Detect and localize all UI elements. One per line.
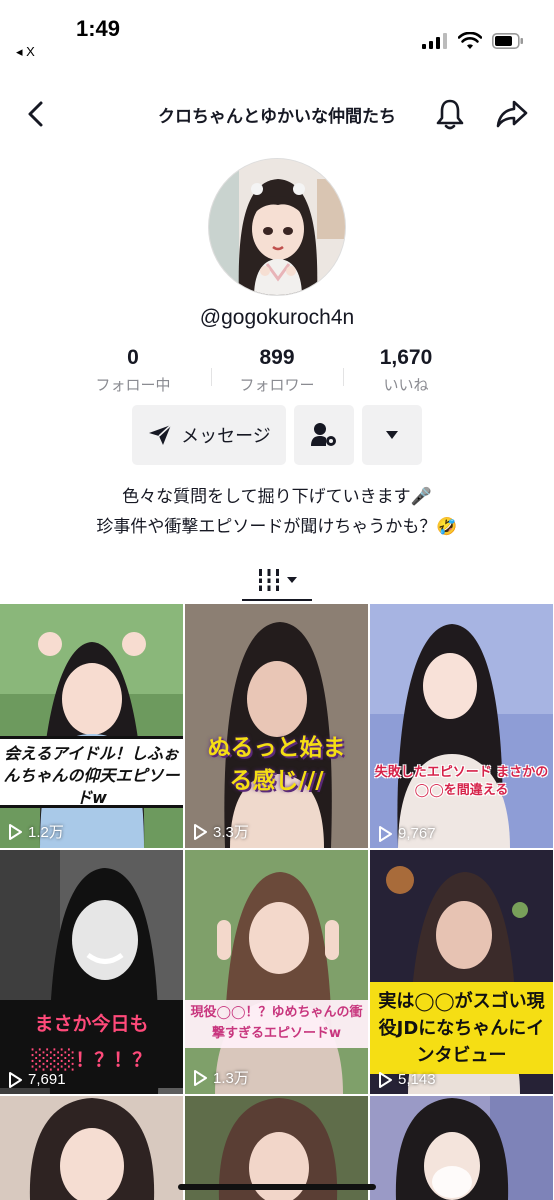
- profile-username: @gogokuroch4n: [199, 306, 355, 329]
- following-count: 0: [127, 346, 139, 369]
- video-caption: 現役◯◯！？ゆめちゃんの衝撃すぎるエピソードw: [185, 1000, 368, 1048]
- system-icons: [422, 32, 524, 50]
- stat-divider: [343, 368, 344, 386]
- cellular-signal-icon: [422, 33, 447, 49]
- share-button[interactable]: [492, 96, 532, 132]
- battery-icon: [492, 33, 523, 49]
- bell-icon: [436, 99, 464, 130]
- likes-label: いいね: [383, 376, 429, 394]
- play-icon: [9, 1071, 22, 1088]
- tab-videos[interactable]: [242, 562, 312, 598]
- following-label: フォロー中: [95, 376, 171, 394]
- user-settings-icon: [311, 423, 336, 446]
- video-caption: 失敗したエピソード まさかの◯◯を間違える: [374, 765, 549, 798]
- profile-actions: メッセージ: [0, 405, 554, 465]
- view-count: 3.3万: [193, 821, 249, 842]
- user-settings-button[interactable]: [294, 405, 354, 465]
- video-thumbnail: [185, 850, 368, 1094]
- view-count: 1.3万: [193, 1067, 249, 1088]
- bio-line: 珍事件や衝撃エピソードが聞けちゃうかも？🤣: [96, 517, 458, 537]
- caret-down-icon: [386, 431, 398, 439]
- play-icon: [194, 823, 207, 840]
- play-icon: [379, 825, 392, 842]
- likes-stat[interactable]: 1,670 いいね: [351, 346, 461, 395]
- video-thumbnail: [0, 604, 183, 848]
- followers-count: 899: [259, 346, 295, 369]
- video-tile[interactable]: ぬるっと始まる感じ/// 3.3万: [185, 604, 368, 848]
- back-button[interactable]: [18, 96, 54, 132]
- video-tile[interactable]: [0, 1096, 183, 1200]
- page-title: クロちゃんとゆかいな仲間たち: [158, 107, 396, 127]
- video-tile[interactable]: 失敗したエピソード まさかの◯◯を間違える 9,767: [370, 604, 553, 848]
- tab-active-indicator: [242, 599, 312, 601]
- following-stat[interactable]: 0 フォロー中: [78, 346, 188, 395]
- play-icon: [9, 823, 22, 840]
- video-caption: 会えるアイドル！しふぉんちゃんの仰天エピソードw: [0, 736, 183, 808]
- back-to-app-link[interactable]: ◂ X: [16, 44, 35, 60]
- view-count-text: 5,143: [398, 1071, 436, 1088]
- followers-label: フォロワー: [239, 376, 315, 394]
- view-count: 7,691: [8, 1071, 66, 1088]
- video-caption: 実は◯◯がスゴい現役JDになちゃんにインタビュー: [370, 982, 553, 1074]
- video-thumbnail: [185, 604, 368, 848]
- bio-line: 色々な質問をして掘り下げていきます🎤: [122, 487, 432, 507]
- followers-stat[interactable]: 899 フォロワー: [222, 346, 332, 395]
- video-tile[interactable]: 会えるアイドル！しふぉんちゃんの仰天エピソードw 1.2万: [0, 604, 183, 848]
- play-icon: [194, 1069, 207, 1086]
- message-button-label: メッセージ: [181, 426, 271, 447]
- video-caption: ぬるっと始まる感じ///: [207, 735, 346, 794]
- stat-divider: [211, 368, 212, 386]
- chevron-left-icon: [28, 101, 43, 127]
- status-bar: 1:49 ◂ X: [0, 0, 554, 70]
- home-indicator[interactable]: [178, 1184, 376, 1190]
- view-count-text: 1.2万: [28, 824, 64, 841]
- more-options-button[interactable]: [362, 405, 422, 465]
- video-tile[interactable]: まさか今日も ░░░！？！？ 7,691: [0, 850, 183, 1094]
- notification-bell-button[interactable]: [432, 96, 468, 132]
- video-tile[interactable]: 現役◯◯！？ゆめちゃんの衝撃すぎるエピソードw 1.3万: [185, 850, 368, 1094]
- video-tile[interactable]: [370, 1096, 553, 1200]
- share-arrow-icon: [496, 100, 528, 128]
- profile-header: クロちゃんとゆかいな仲間たち: [0, 88, 554, 140]
- likes-count: 1,670: [379, 346, 433, 369]
- profile-avatar[interactable]: [208, 158, 346, 296]
- message-button[interactable]: メッセージ: [132, 405, 286, 465]
- wifi-icon: [458, 32, 482, 49]
- status-time: 1:49: [76, 16, 121, 41]
- avatar-illustration: [209, 159, 345, 295]
- view-count: 5,143: [378, 1071, 436, 1088]
- view-count: 9,767: [378, 825, 436, 842]
- video-thumbnail: [370, 1096, 553, 1200]
- profile-stats: 0 フォロー中 899 フォロワー 1,670 いいね: [0, 346, 554, 402]
- view-count: 1.2万: [8, 821, 64, 842]
- view-count-text: 3.3万: [213, 824, 249, 841]
- send-plane-icon: [149, 424, 172, 445]
- video-tile[interactable]: 実は◯◯がスゴい現役JDになちゃんにインタビュー 5,143: [370, 850, 553, 1094]
- view-count-text: 7,691: [28, 1071, 66, 1088]
- profile-bio: 色々な質問をして掘り下げていきます🎤 珍事件や衝撃エピソードが聞けちゃうかも？🤣: [0, 482, 554, 542]
- content-tab-bar: [0, 558, 554, 602]
- play-icon: [379, 1071, 392, 1088]
- view-count-text: 9,767: [398, 825, 436, 842]
- video-thumbnail: [0, 1096, 183, 1200]
- grid-columns-icon: [256, 569, 282, 591]
- view-count-text: 1.3万: [213, 1070, 249, 1087]
- caret-down-icon: [287, 577, 297, 583]
- video-thumbnail: [370, 604, 553, 848]
